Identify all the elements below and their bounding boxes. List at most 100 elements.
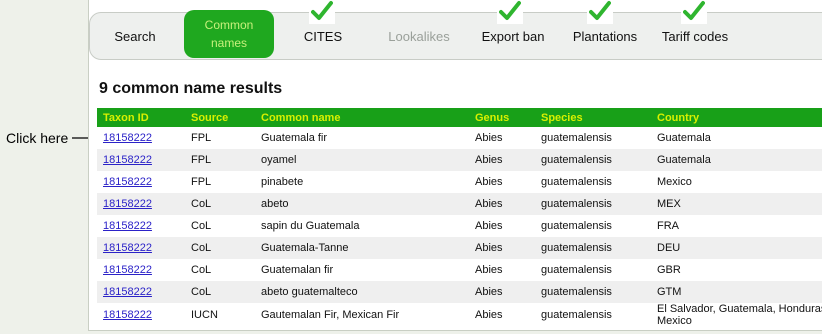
results-panel: Search Common names CITES Lookalikes Exp… xyxy=(88,0,822,331)
tab-search[interactable]: Search xyxy=(90,13,180,59)
tab-tariff-codes-label: Tariff codes xyxy=(661,28,729,44)
cell-species: guatemalensis xyxy=(541,309,612,321)
cell-country: Guatemala xyxy=(657,154,711,166)
cell-source: CoL xyxy=(191,198,212,210)
cell-species: guatemalensis xyxy=(541,132,612,144)
cell-species: guatemalensis xyxy=(541,176,612,188)
taxon-id-link[interactable]: 18158222 xyxy=(103,264,152,276)
cell-genus: Abies xyxy=(475,309,503,321)
cell-source: FPL xyxy=(191,154,212,166)
tariff-codes-check-icon xyxy=(681,0,707,24)
tab-export-ban-label: Export ban xyxy=(481,28,545,44)
taxon-id-link[interactable]: 18158222 xyxy=(103,242,152,254)
cell-taxon-id: 18158222 xyxy=(97,127,185,149)
cell-country: Guatemala xyxy=(657,132,711,144)
cell-species: guatemalensis xyxy=(541,286,612,298)
cell-common-name: abeto guatemalteco xyxy=(261,286,358,298)
table-row: 18158222 FPL pinabete Abies guatemalensis Mex… xyxy=(97,171,822,193)
cell-species: guatemalensis xyxy=(541,264,612,276)
cell-taxon-id: 18158222 xyxy=(97,171,185,193)
cell-genus: Abies xyxy=(475,220,503,232)
cell-genus: Abies xyxy=(475,132,503,144)
cell-genus: Abies xyxy=(475,286,503,298)
cell-taxon-id: 18158222 xyxy=(97,303,185,327)
cell-taxon-id: 18158222 xyxy=(97,281,185,303)
cell-source: FPL xyxy=(191,176,212,188)
annotation-label: Click here xyxy=(6,130,69,146)
cell-source: FPL xyxy=(191,132,212,144)
table-row: 18158222 FPL oyamel Abies guatemalensis Guate… xyxy=(97,149,822,171)
cell-species: guatemalensis xyxy=(541,198,612,210)
cell-common-name: pinabete xyxy=(261,176,304,188)
column-header-source: Source xyxy=(191,111,229,124)
tab-cites-label: CITES xyxy=(303,28,343,44)
cell-country: DEU xyxy=(657,242,681,254)
cell-common-name: Guatemala-Tanne xyxy=(261,242,349,254)
cell-common-name: abeto xyxy=(261,198,289,210)
cell-common-name: sapin du Guatemala xyxy=(261,220,360,232)
tab-bar: Search Common names CITES Lookalikes Exp… xyxy=(89,10,822,60)
cell-common-name: Guatemala fir xyxy=(261,132,328,144)
cell-genus: Abies xyxy=(475,242,503,254)
taxon-id-link[interactable]: 18158222 xyxy=(103,154,152,166)
cell-common-name: Gautemalan Fir, Mexican Fir xyxy=(261,309,400,321)
taxon-id-link[interactable]: 18158222 xyxy=(103,220,152,232)
cites-check-icon xyxy=(309,0,335,24)
cell-country: Mexico xyxy=(657,176,692,188)
cell-genus: Abies xyxy=(475,176,503,188)
taxon-id-link[interactable]: 18158222 xyxy=(103,198,152,210)
tab-common-names-label-2: names xyxy=(210,36,248,50)
results-heading: 9 common name results xyxy=(99,80,283,97)
cell-species: guatemalensis xyxy=(541,154,612,166)
results-table: Taxon ID Source Common name Genus Specie… xyxy=(97,108,822,327)
cell-country: GTM xyxy=(657,286,682,298)
cell-country: GBR xyxy=(657,264,681,276)
cell-genus: Abies xyxy=(475,264,503,276)
cell-taxon-id: 18158222 xyxy=(97,215,185,237)
cell-taxon-id: 18158222 xyxy=(97,259,185,281)
table-row: 18158222 FPL Guatemala fir Abies guatemalens… xyxy=(97,127,822,149)
cell-genus: Abies xyxy=(475,154,503,166)
tab-lookalikes-label: Lookalikes xyxy=(388,28,450,44)
taxon-id-link[interactable]: 18158222 xyxy=(103,309,152,321)
tab-search-label: Search xyxy=(114,28,156,44)
tab-lookalikes: Lookalikes xyxy=(374,13,464,59)
table-header-row: Taxon ID Source Common name Genus Specie… xyxy=(97,108,822,127)
table-row: 18158222 IUCN Gautemalan Fir, Mexican Fir A… xyxy=(97,303,822,327)
table-row: 18158222 CoL Guatemala-Tanne Abies guatemale… xyxy=(97,237,822,259)
tab-common-names[interactable]: Common names xyxy=(184,10,274,58)
cell-common-name: Guatemalan fir xyxy=(261,264,334,276)
cell-country: FRA xyxy=(657,220,679,232)
cell-source: CoL xyxy=(191,242,212,254)
export-ban-check-icon xyxy=(497,0,523,24)
cell-species: guatemalensis xyxy=(541,242,612,254)
tab-common-names-label-1: Common xyxy=(204,18,254,32)
table-row: 18158222 CoL abeto guatemalteco Abies guatem… xyxy=(97,281,822,303)
plantations-check-icon xyxy=(587,0,613,24)
cell-genus: Abies xyxy=(475,198,503,210)
cell-country: El Salvador, Guatemala, Honduras, Mexico xyxy=(657,303,822,327)
table-row: 18158222 CoL abeto Abies guatemalensis MEX xyxy=(97,193,822,215)
cell-common-name: oyamel xyxy=(261,154,297,166)
taxon-id-link[interactable]: 18158222 xyxy=(103,132,152,144)
column-header-taxon-id: Taxon ID xyxy=(103,111,149,124)
taxon-id-link[interactable]: 18158222 xyxy=(103,286,152,298)
column-header-country: Country xyxy=(657,111,700,124)
click-here-annotation: Click here xyxy=(6,130,99,146)
cell-country: MEX xyxy=(657,198,681,210)
cell-source: CoL xyxy=(191,286,212,298)
table-row: 18158222 CoL sapin du Guatemala Abies guatem… xyxy=(97,215,822,237)
table-row: 18158222 CoL Guatemalan fir Abies guatemalen… xyxy=(97,259,822,281)
cell-taxon-id: 18158222 xyxy=(97,149,185,171)
cell-source: CoL xyxy=(191,264,212,276)
column-header-common-name: Common name xyxy=(261,111,341,124)
column-header-species: Species xyxy=(541,111,583,124)
cell-species: guatemalensis xyxy=(541,220,612,232)
cell-taxon-id: 18158222 xyxy=(97,193,185,215)
column-header-genus: Genus xyxy=(475,111,510,124)
tab-plantations-label: Plantations xyxy=(572,28,638,44)
cell-source: IUCN xyxy=(191,309,218,321)
cell-source: CoL xyxy=(191,220,212,232)
taxon-id-link[interactable]: 18158222 xyxy=(103,176,152,188)
cell-taxon-id: 18158222 xyxy=(97,237,185,259)
